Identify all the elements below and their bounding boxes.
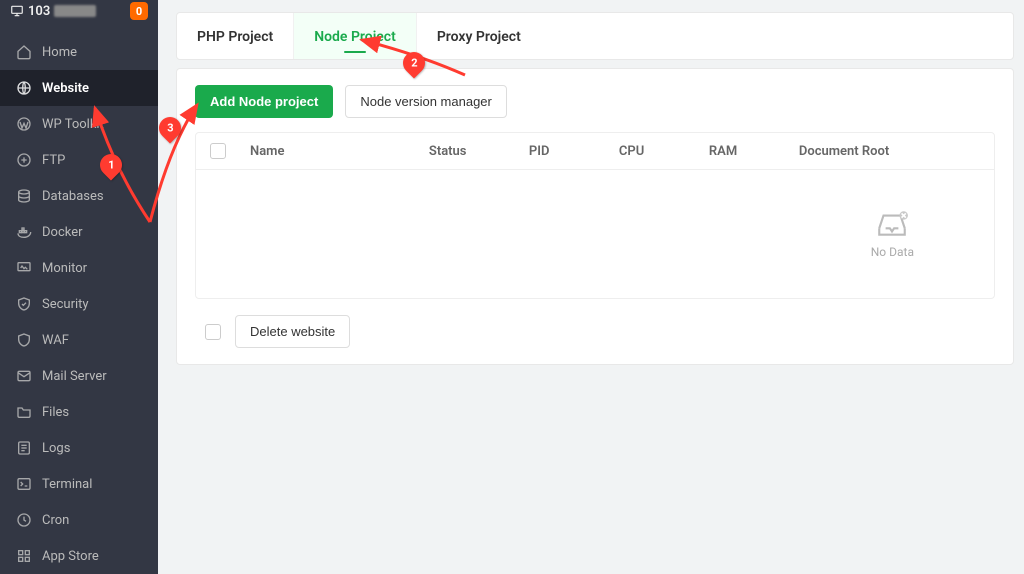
annotation-arrows bbox=[0, 0, 1024, 574]
app-root: 103 0 Home Website WP Toolkit FTP bbox=[0, 0, 1024, 574]
